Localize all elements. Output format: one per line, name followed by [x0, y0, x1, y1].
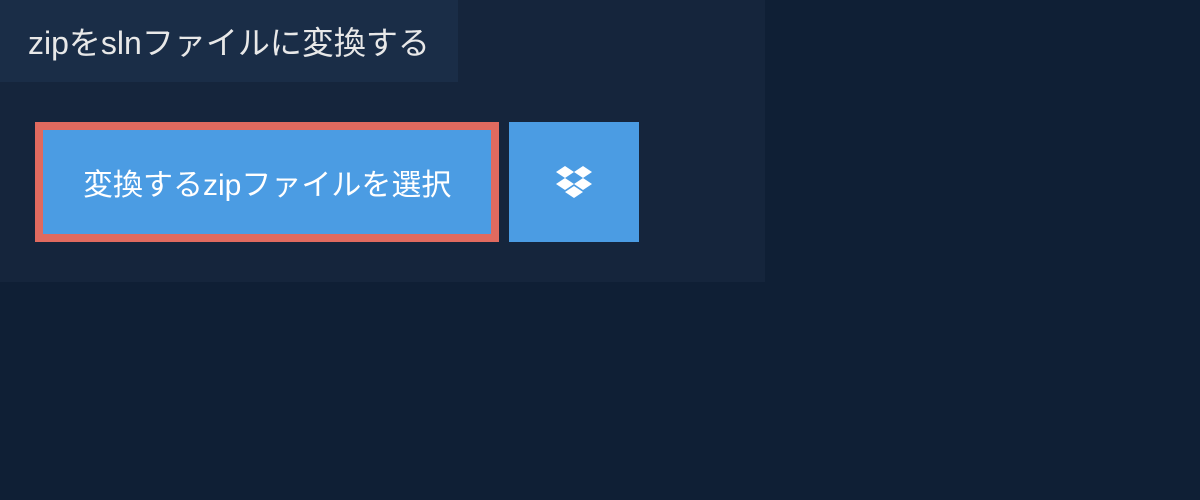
- dropbox-button[interactable]: [509, 122, 639, 242]
- converter-panel: zipをslnファイルに変換する 変換するzipファイルを選択: [0, 0, 765, 282]
- page-title: zipをslnファイルに変換する: [28, 25, 430, 61]
- title-bar: zipをslnファイルに変換する: [0, 0, 458, 82]
- action-button-row: 変換するzipファイルを選択: [35, 122, 765, 242]
- select-file-label: 変換するzipファイルを選択: [83, 160, 451, 204]
- select-file-button[interactable]: 変換するzipファイルを選択: [35, 122, 499, 242]
- dropbox-icon: [556, 166, 592, 198]
